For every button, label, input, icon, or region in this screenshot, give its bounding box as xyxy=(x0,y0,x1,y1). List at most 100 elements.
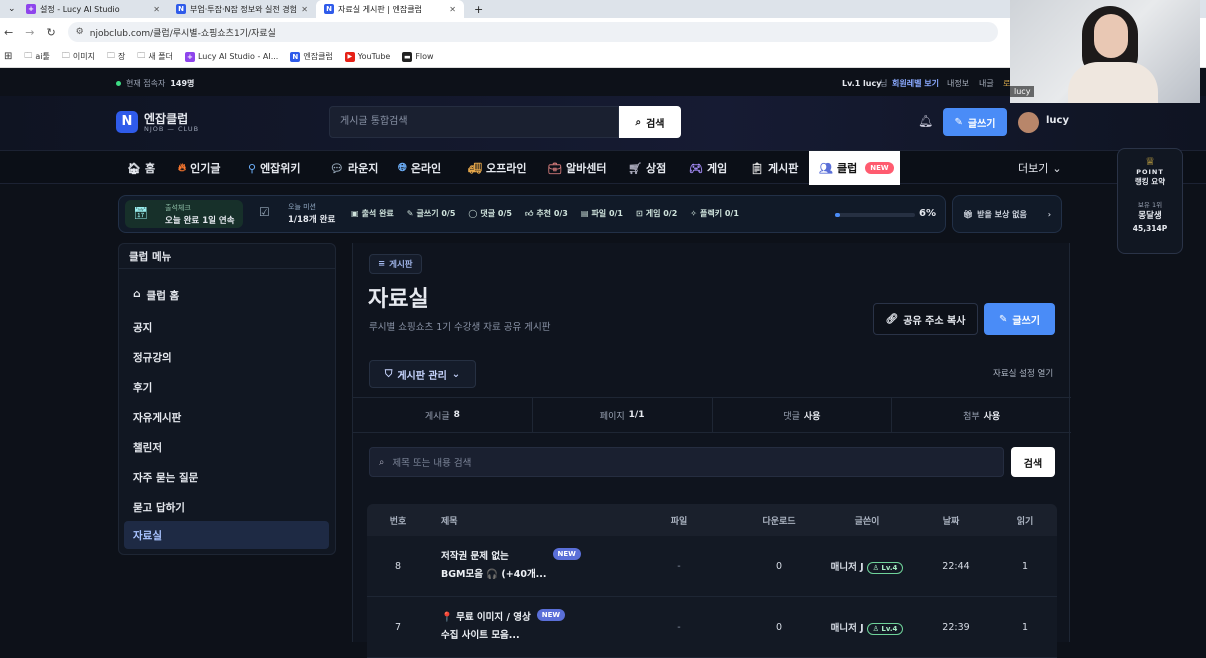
mission-chip-flex[interactable]: ✧ 플렉키 0/1 xyxy=(690,208,739,219)
board-search-button[interactable]: 검색 xyxy=(1011,447,1055,477)
nav-popular[interactable]: 🔥︎ 인기글 xyxy=(178,151,220,185)
njob-favicon-icon: N xyxy=(290,51,301,62)
sidebar-item-lectures[interactable]: 정규강의 xyxy=(133,350,172,365)
table-row[interactable]: 7 📍 무료 이미지 / 영상 수집 사이트 모음... NEW - 0 매니저 … xyxy=(367,597,1057,658)
stat-pages: 페이지 1/1 xyxy=(533,398,713,432)
bookmark-folder[interactable]: 🗀 장 xyxy=(107,50,125,64)
sidebar-item-qna[interactable]: 묻고 답하기 xyxy=(133,500,185,515)
stat-comments: 댓글 사용 xyxy=(713,398,893,432)
post-table: 번호 제목 파일 다운로드 글쓴이 날짜 읽기 8 저작권 문제 없는 BGM모음… xyxy=(367,504,1057,658)
flow-icon: ▬ xyxy=(402,51,413,62)
row-reads: 1 xyxy=(1021,621,1029,633)
edit-icon: ✎ xyxy=(999,313,1008,325)
checklist-icon: ☑ xyxy=(259,205,270,219)
board-manage-button[interactable]: ⛉ 게시판 관리 ⌄ xyxy=(369,360,476,388)
nav-more[interactable]: 더보기 ⌄ xyxy=(1018,151,1062,185)
close-tab-icon[interactable]: ✕ xyxy=(449,5,456,14)
mission-chip-write[interactable]: ✎ 글쓰기 0/5 xyxy=(407,208,456,219)
mission-chip-attendance[interactable]: ▣ 출석 완료 xyxy=(351,208,394,219)
back-icon[interactable]: ← xyxy=(4,26,13,39)
browser-tab[interactable]: N 부업·투잡·N잡 정보와 실전 경험 ✕ xyxy=(168,0,316,18)
folder-icon: 🗀 xyxy=(137,50,146,60)
nav-board[interactable]: 📋︎ 게시판 xyxy=(750,151,798,185)
row-title-cell[interactable]: 저작권 문제 없는 BGM모음 🎧 (+40개... NEW xyxy=(429,548,629,584)
global-search-button[interactable]: ⌕ 검색 xyxy=(619,106,681,138)
nav-game[interactable]: 🎮︎ 게임 xyxy=(689,151,727,185)
bookmark-link[interactable]: ▬ Flow xyxy=(402,51,434,62)
nav-wiki[interactable]: ⚲ 엔잡위키 xyxy=(248,151,301,185)
reload-icon[interactable]: ↻ xyxy=(46,26,55,39)
sidebar-item-notice[interactable]: 공지 xyxy=(133,320,152,335)
site-info-icon[interactable]: ⚙ xyxy=(76,27,84,37)
mission-chip-like[interactable]: 👍︎ 추천 0/3 xyxy=(525,208,568,219)
sidebar-item-reviews[interactable]: 후기 xyxy=(133,380,152,395)
nav-jobs[interactable]: 💼︎ 알바센터 xyxy=(548,151,606,185)
bookmark-folder[interactable]: 🗀 ai툴 xyxy=(24,50,50,64)
close-tab-icon[interactable]: ✕ xyxy=(301,5,308,14)
user-name[interactable]: lucy xyxy=(1046,115,1069,126)
view-level-link[interactable]: 회원레벨 보기 xyxy=(892,78,939,89)
browser-tab[interactable]: + 설정 - Lucy AI Studio ✕ xyxy=(18,0,168,18)
nav-offline[interactable]: 🚚︎ 오프라인 xyxy=(468,151,526,185)
attendance-card[interactable]: 📅︎ 출석체크 오늘 완료 1일 연속 xyxy=(125,200,243,228)
col-title: 제목 xyxy=(441,516,458,527)
nav-club-active[interactable]: 👥︎ 클럽 NEW xyxy=(809,151,900,185)
close-tab-icon[interactable]: ✕ xyxy=(153,5,160,14)
logo-icon[interactable]: N xyxy=(116,111,138,133)
site-header: N 엔잡클럽 NJOB — CLUB 게시글 통합검색 ⌕ 검색 🔔︎ ✎ 글쓰기 … xyxy=(0,96,1206,150)
bell-icon[interactable]: 🔔︎ xyxy=(918,114,933,128)
page-title: 자료실 xyxy=(368,287,429,312)
search-icon: ⌕ xyxy=(379,456,385,468)
nav-lounge[interactable]: 💬︎ 라운지 xyxy=(330,151,378,185)
nav-online[interactable]: 🌐︎ 온라인 xyxy=(398,151,441,185)
browser-tab-active[interactable]: N 자료실 게시판 | 엔잡클럽 ✕ xyxy=(316,0,464,18)
point-ranking-panel[interactable]: ♕ POINT 랭킹 요약 보유 1위 몽달생 45,314P xyxy=(1117,148,1183,254)
global-search-input[interactable]: 게시글 통합검색 xyxy=(329,106,619,138)
new-tab-button[interactable]: + xyxy=(466,0,486,18)
mission-chip-comment[interactable]: ◯ 댓글 0/5 xyxy=(468,208,512,219)
avatar[interactable] xyxy=(1018,112,1039,133)
bookmark-folder[interactable]: 🗀 새 폴더 xyxy=(137,50,173,64)
board-settings-link[interactable]: 자료실 설정 열기 xyxy=(993,367,1053,379)
youtube-icon: ▶ xyxy=(344,51,355,62)
row-author[interactable]: 매니저 J ♙ Lv.4 xyxy=(829,620,905,635)
row-author[interactable]: 매니저 J ♙ Lv.4 xyxy=(829,559,905,574)
nav-home[interactable]: 🏠︎ 홈 xyxy=(127,151,155,185)
bookmark-link[interactable]: ▶ YouTube xyxy=(344,51,390,62)
bookmark-link[interactable]: + Lucy AI Studio - AI... xyxy=(184,51,278,62)
tab-search-icon[interactable]: ⌄ xyxy=(0,0,18,18)
today-mission-value: 1/18개 완료 xyxy=(288,215,336,225)
mission-chip-game[interactable]: ⊡ 게임 0/2 xyxy=(636,208,677,219)
chevron-right-icon: › xyxy=(1047,209,1051,219)
copy-share-link-button[interactable]: 🔗︎ 공유 주소 복사 xyxy=(873,303,978,335)
sidebar-item-resources-active[interactable]: 자료실 xyxy=(124,521,329,549)
board-search-input[interactable]: ⌕ 제목 또는 내용 검색 xyxy=(369,447,1004,477)
apps-icon[interactable]: ⊞ xyxy=(4,51,12,62)
board-write-button[interactable]: ✎ 글쓰기 xyxy=(984,303,1055,335)
header-write-button[interactable]: ✎ 글쓰기 xyxy=(943,108,1007,136)
table-row[interactable]: 8 저작권 문제 없는 BGM모음 🎧 (+40개... NEW - 0 매니저 … xyxy=(367,536,1057,597)
my-posts-link[interactable]: 내글 xyxy=(979,78,994,89)
pencil-icon: ✎ xyxy=(406,209,414,218)
bookmark-folder[interactable]: 🗀 이미지 xyxy=(62,50,95,64)
reward-button[interactable]: 🎁︎ 받을 보상 없음 › xyxy=(952,195,1062,233)
bookmark-link[interactable]: N 엔잡클럽 xyxy=(290,51,333,62)
link-icon: 🔗︎ xyxy=(885,313,899,325)
url-field[interactable]: ⚙ njobclub.com/클럽/루시별-쇼핑쇼츠1기/자료실 xyxy=(67,22,998,42)
shield-icon: ⛉ xyxy=(384,368,393,380)
sidebar-item-faq[interactable]: 자주 묻는 질문 xyxy=(133,470,198,485)
calendar-icon: 📅︎ xyxy=(133,206,149,220)
fire-icon: 🔥︎ xyxy=(178,161,187,174)
tab-favicon-icon: N xyxy=(176,4,186,14)
mission-chip-file[interactable]: ▤ 파일 0/1 xyxy=(581,208,623,219)
sidebar-item-free-board[interactable]: 자유게시판 xyxy=(133,410,181,425)
sidebar-item-challenger[interactable]: 챌린저 xyxy=(133,440,162,455)
forward-icon[interactable]: → xyxy=(25,26,34,39)
nav-shop[interactable]: 🛒︎ 상점 xyxy=(628,151,666,185)
sidebar-item-club-home[interactable]: ⌂ 클럽 홈 xyxy=(133,288,179,303)
webcam-name-label: lucy xyxy=(1010,86,1035,97)
row-title-cell[interactable]: 📍 무료 이미지 / 영상 수집 사이트 모음... NEW xyxy=(429,609,629,645)
my-info-link[interactable]: 내정보 xyxy=(947,78,969,89)
col-downloads: 다운로드 xyxy=(762,516,796,527)
mission-chips: ▣ 출석 완료 ✎ 글쓰기 0/5 ◯ 댓글 0/5 👍︎ 추천 0/3 ▤ 파일 0/1… xyxy=(351,208,739,219)
